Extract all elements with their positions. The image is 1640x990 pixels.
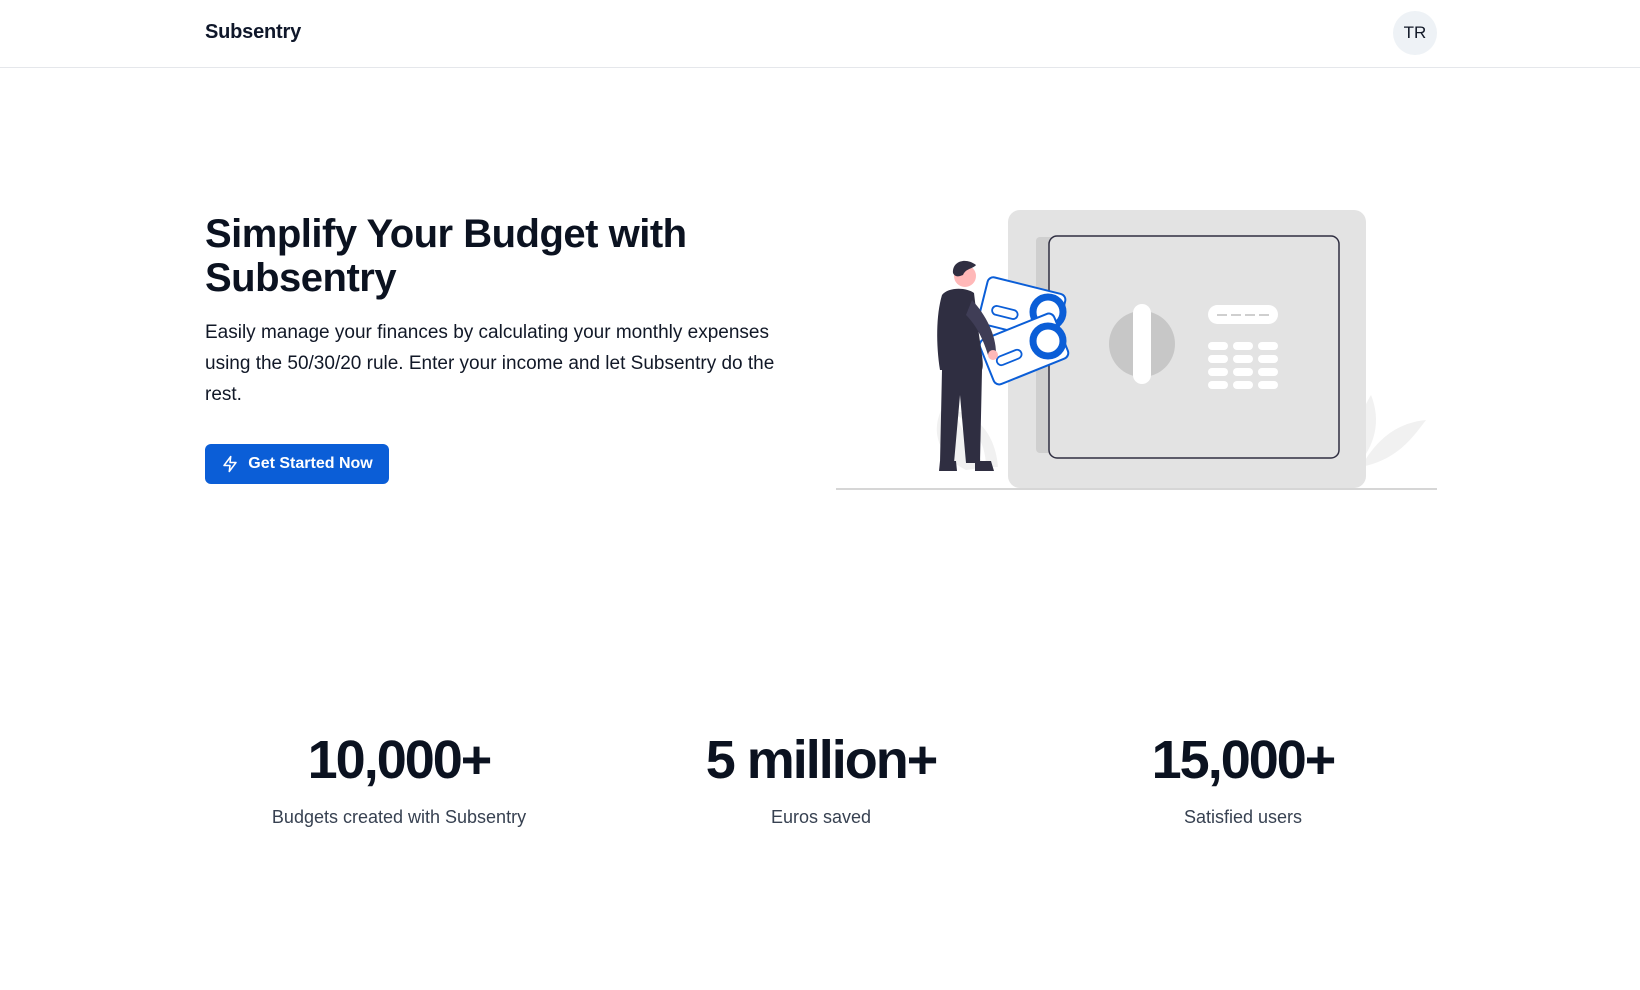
safe-handle (1133, 304, 1151, 384)
stat-value: 10,000+ (307, 730, 493, 790)
get-started-label: Get Started Now (248, 455, 373, 472)
stat-label: Budgets created with Subsentry (271, 807, 527, 827)
lightning-bolt-icon (221, 455, 239, 473)
stat-satisfied-users: 15,000+ Satisfied users (1043, 725, 1443, 828)
stat-budgets-created: 10,000+ Budgets created with Subsentry (199, 725, 599, 828)
brand-logo[interactable]: Subsentry (205, 21, 301, 44)
user-avatar[interactable]: TR (1393, 11, 1437, 55)
top-navbar: Subsentry TR (0, 0, 1640, 68)
stat-value: 5 million+ (705, 730, 939, 790)
safe-illustration (836, 205, 1441, 495)
stat-label: Euros saved (770, 807, 872, 827)
stat-euros-saved: 5 million+ Euros saved (621, 725, 1021, 828)
stat-label: Satisfied users (1183, 807, 1303, 827)
hero-description: Easily manage your finances by calculati… (205, 322, 775, 405)
stat-value: 15,000+ (1151, 730, 1337, 790)
safe-door (1048, 235, 1340, 459)
hero-title: Simplify Your Budget with Subsentry (205, 212, 687, 300)
get-started-button[interactable]: Get Started Now (205, 444, 389, 484)
